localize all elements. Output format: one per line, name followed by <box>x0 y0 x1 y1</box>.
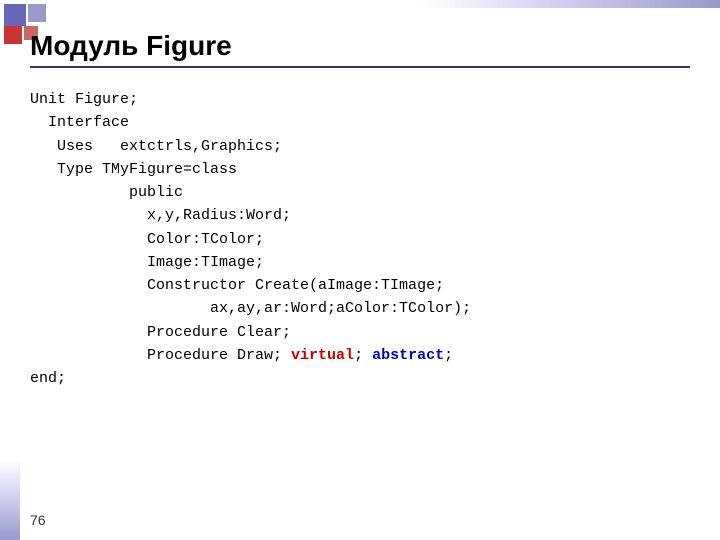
code-line-11: Procedure Clear; <box>30 321 690 344</box>
keyword-virtual: virtual <box>291 347 354 364</box>
code-line-1: Unit Figure; <box>30 88 690 111</box>
main-content: Модуль Figure Unit Figure; Interface Use… <box>30 30 690 510</box>
code-line-12: Procedure Draw; virtual; abstract; <box>30 344 690 367</box>
slide-number: 76 <box>30 512 46 528</box>
code-line-3: Uses extctrls,Graphics; <box>30 135 690 158</box>
code-line-4: Type TMyFigure=class <box>30 158 690 181</box>
code-line-10: ax,ay,ar:Word;aColor:TColor); <box>30 297 690 320</box>
code-line-6: x,y,Radius:Word; <box>30 204 690 227</box>
code-line-8: Image:TImage; <box>30 251 690 274</box>
code-line-7: Color:TColor; <box>30 228 690 251</box>
code-block: Unit Figure; Interface Uses extctrls,Gra… <box>30 88 690 390</box>
bottom-left-deco <box>0 460 20 540</box>
code-line-5: public <box>30 181 690 204</box>
code-line-2: Interface <box>30 111 690 134</box>
top-right-bar <box>420 0 720 8</box>
keyword-abstract: abstract <box>372 347 444 364</box>
code-line-9: Constructor Create(aImage:TImage; <box>30 274 690 297</box>
slide-title: Модуль Figure <box>30 30 690 68</box>
code-line-13: end; <box>30 367 690 390</box>
